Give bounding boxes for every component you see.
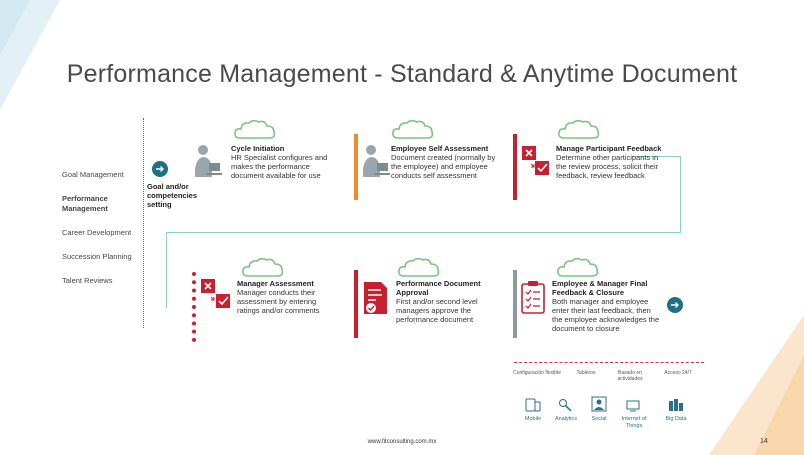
- document-approve-icon: [364, 282, 387, 314]
- step-description: Document created (normally by the employ…: [391, 153, 496, 180]
- cloud-icon: [398, 257, 440, 277]
- flow-line-middle: [166, 232, 680, 233]
- sidebar-item-goal-management[interactable]: Goal Management: [62, 170, 142, 180]
- step-title: Manager Assessment: [237, 279, 314, 288]
- step-accent-bar-gray: [513, 270, 517, 338]
- review-icon: [201, 279, 230, 308]
- step-description: HR Specialist configures and makes the p…: [231, 153, 328, 180]
- feature-label: Tableros: [576, 370, 596, 376]
- flow-line-left: [166, 232, 167, 308]
- tech-label: Analytics: [554, 416, 577, 422]
- start-label: Goal and/or competencies setting: [147, 182, 198, 209]
- clipboard-checklist-icon: [521, 281, 545, 314]
- mobile-icon: [525, 398, 541, 412]
- cloud-icon: [234, 119, 276, 139]
- tech-label: Mobile: [524, 416, 542, 422]
- sidebar-item-career-development[interactable]: Career Development: [62, 228, 142, 238]
- person-computer-icon: [194, 145, 222, 177]
- step-card-final-feedback-closure: Employee & Manager Final Feedback & Clos…: [552, 279, 660, 333]
- step-title: Performance Document Approval: [396, 279, 481, 297]
- feature-label: Acceso 24/7: [664, 370, 692, 376]
- person-computer-icon: [362, 145, 390, 177]
- step-title: Manage Participant Feedback: [556, 144, 662, 153]
- step-accent-bar-red-dotted: [192, 272, 196, 342]
- step-card-cycle-initiation: Cycle Initiation HR Specialist configure…: [231, 144, 336, 180]
- sidebar-nav: Goal Management Performance Management C…: [62, 170, 142, 300]
- step-title: Employee & Manager Final Feedback & Clos…: [552, 279, 648, 297]
- sidebar-item-succession-planning[interactable]: Succession Planning: [62, 252, 142, 262]
- feature-label: Configuración flexible: [513, 370, 561, 376]
- tech-label: Big Data: [665, 416, 687, 422]
- sidebar-divider: [143, 118, 144, 328]
- step-accent-bar-red: [354, 270, 358, 338]
- step-card-employee-self-assessment: Employee Self Assessment Document create…: [391, 144, 496, 180]
- sidebar-item-performance-management[interactable]: Performance Management: [62, 194, 142, 214]
- cloud-icon: [557, 257, 599, 277]
- slide-title: Performance Management - Standard & Anyt…: [66, 60, 738, 88]
- step-description: Determine other participants in the revi…: [556, 153, 659, 180]
- tech-label: Internet of Things: [621, 416, 647, 429]
- review-icon: [522, 146, 549, 175]
- cloud-icon: [392, 119, 434, 139]
- big-data-icon: [669, 399, 683, 411]
- step-description: First and/or second level managers appro…: [396, 297, 478, 324]
- analytics-icon: [559, 399, 572, 412]
- cloud-icon: [242, 257, 284, 277]
- tech-label: Social: [591, 416, 607, 422]
- step-accent-bar-orange: [354, 134, 358, 200]
- sidebar-item-talent-reviews[interactable]: Talent Reviews: [62, 276, 142, 286]
- step-description: Manager conducts their assessment by ent…: [237, 288, 320, 315]
- features-divider: [514, 362, 704, 363]
- page-number: 14: [760, 438, 768, 445]
- step-description: Both manager and employee enter their la…: [552, 297, 660, 333]
- social-icon: [591, 396, 607, 412]
- step-card-manage-participant-feedback: Manage Participant Feedback Determine ot…: [556, 144, 666, 180]
- step-title: Cycle Initiation: [231, 144, 285, 153]
- end-arrow-button[interactable]: [666, 296, 684, 314]
- start-arrow-button[interactable]: [151, 160, 169, 178]
- cloud-icon: [558, 119, 600, 139]
- footer-url[interactable]: www.fitconsulting.com.mx: [0, 439, 804, 445]
- step-accent-bar-red: [513, 134, 517, 200]
- internet-of-things-icon: [626, 400, 640, 412]
- step-card-manager-assessment: Manager Assessment Manager conducts thei…: [237, 279, 337, 315]
- step-card-performance-document-approval: Performance Document Approval First and/…: [396, 279, 496, 324]
- corner-decoration-bottom-right: [709, 315, 804, 455]
- feature-label: Basado en actividades: [617, 370, 643, 382]
- step-title: Employee Self Assessment: [391, 144, 489, 153]
